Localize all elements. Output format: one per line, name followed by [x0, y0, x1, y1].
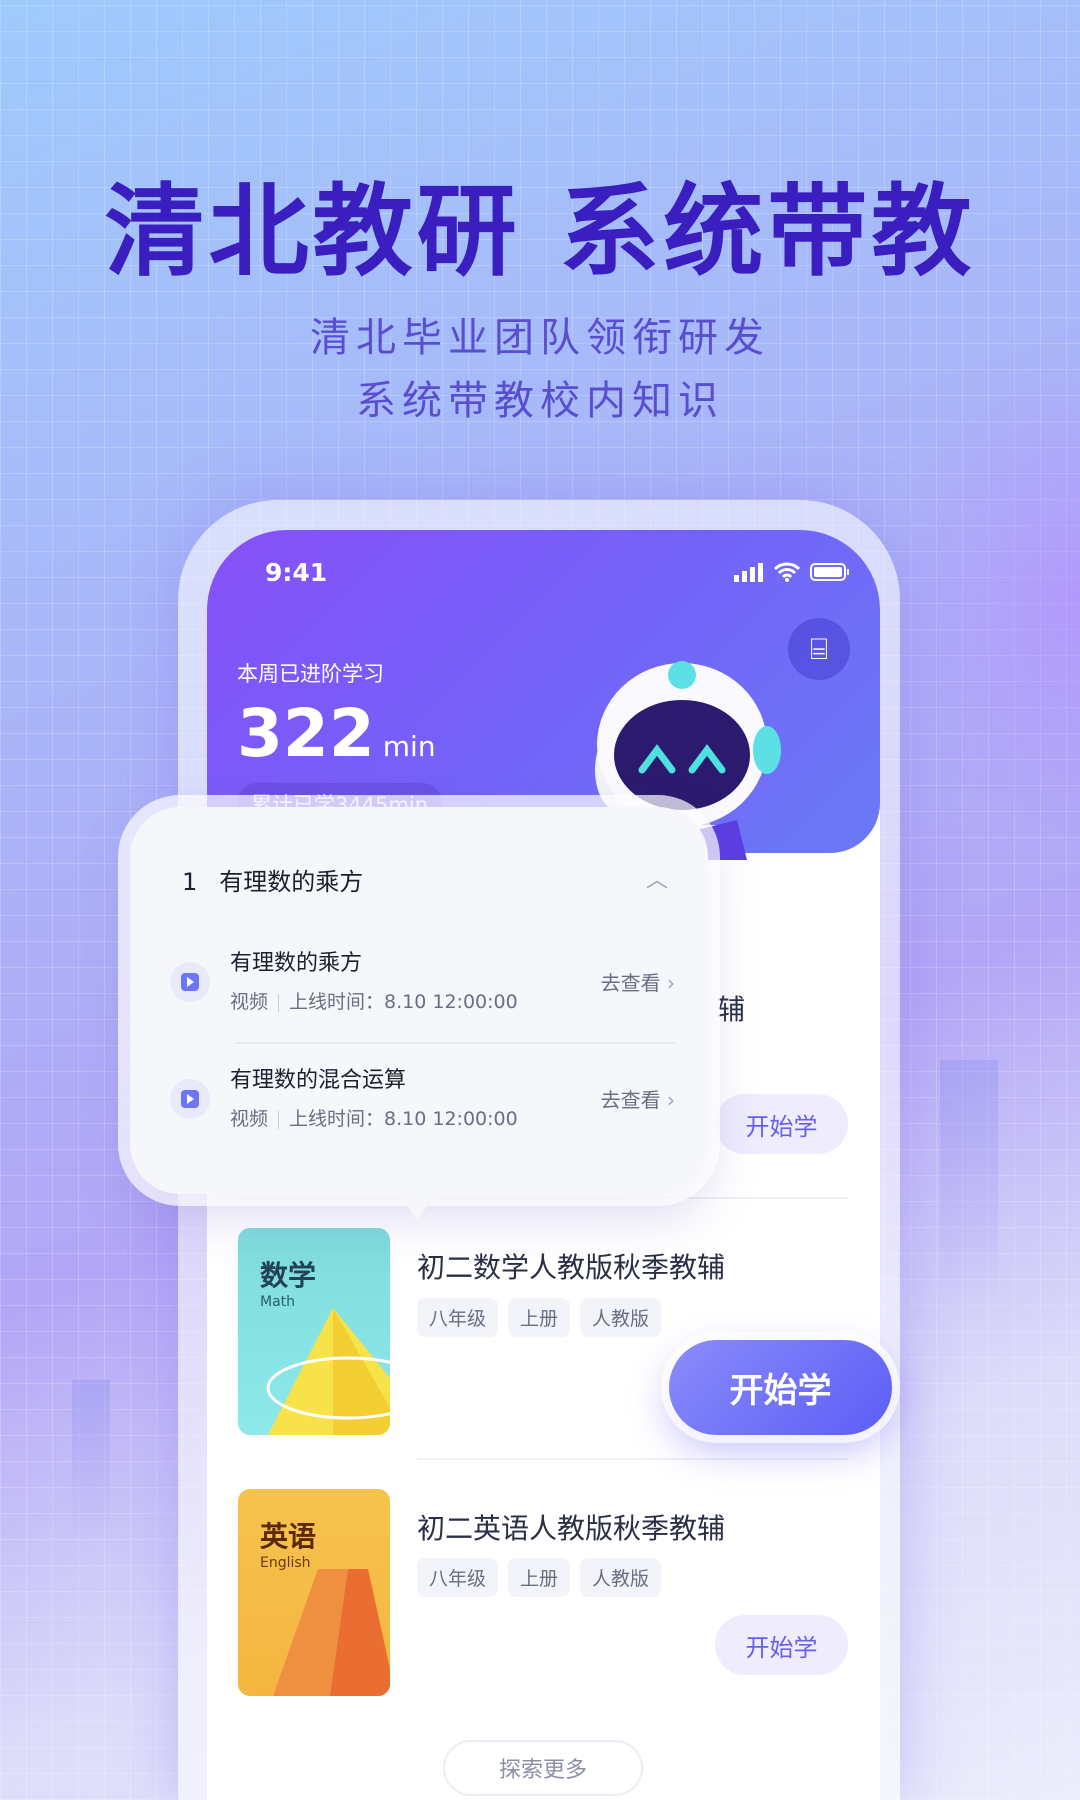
- course-tags: 八年级 上册 人教版: [417, 1298, 671, 1337]
- tag-edition: 人教版: [580, 1298, 662, 1337]
- status-icons: [734, 562, 850, 582]
- week-study-label: 本周已进阶学习: [237, 662, 384, 686]
- signal-icon: [734, 563, 763, 582]
- view-link[interactable]: 去查看 ›: [601, 1084, 675, 1113]
- start-learning-button[interactable]: 开始学: [715, 1094, 848, 1154]
- hero-title: 清北教研 系统带教: [104, 173, 976, 290]
- tag-grade: 八年级: [417, 1298, 499, 1337]
- video-play-icon: [170, 962, 210, 1002]
- battery-icon: [810, 563, 849, 581]
- divider: [235, 1042, 675, 1044]
- status-time: 9:41: [265, 558, 328, 587]
- tag-volume: 上册: [508, 1558, 571, 1597]
- lesson-online-time: 上线时间：8.10 12:00:00: [289, 991, 518, 1013]
- lesson-title: 有理数的混合运算: [230, 1068, 407, 1093]
- lesson-online-time: 上线时间：8.10 12:00:00: [289, 1108, 518, 1130]
- tag-edition: 人教版: [580, 1558, 662, 1597]
- divider: [238, 1197, 848, 1199]
- wifi-icon: [774, 562, 800, 582]
- lesson-meta: 视频 上线时间：8.10 12:00:00: [230, 1104, 518, 1131]
- course-title: 初二数学人教版秋季教辅: [417, 1251, 726, 1284]
- view-link-label: 去查看: [600, 1088, 661, 1112]
- chapter-title: 有理数的乘方: [219, 868, 364, 896]
- lesson-type: 视频: [230, 1108, 269, 1130]
- view-link[interactable]: 去查看 ›: [601, 967, 675, 996]
- chevron-right-icon: ›: [667, 971, 675, 995]
- lesson-title: 有理数的乘方: [230, 951, 363, 976]
- lesson-item[interactable]: 有理数的乘方 视频 上线时间：8.10 12:00:00 去查看 ›: [170, 937, 675, 1027]
- tag-grade: 八年级: [417, 1558, 499, 1597]
- start-learning-button[interactable]: 开始学: [715, 1615, 848, 1675]
- english-cover-subject: 英语: [260, 1520, 317, 1553]
- chevron-right-icon: ›: [667, 1088, 675, 1112]
- explore-more-button[interactable]: 探索更多: [443, 1740, 643, 1796]
- chapter-popup: 1 有理数的乘方 ︿ 有理数的乘方 视频 上线时间：8.10 12:00:00 去查…: [130, 807, 708, 1194]
- lesson-meta: 视频 上线时间：8.10 12:00:00: [230, 987, 518, 1014]
- math-cover-en: Math: [260, 1294, 296, 1310]
- week-minutes-unit: min: [382, 730, 436, 763]
- tag-volume: 上册: [508, 1298, 571, 1337]
- view-link-label: 去查看: [600, 971, 661, 995]
- chapter-header[interactable]: 1 有理数的乘方: [182, 862, 363, 897]
- lesson-item[interactable]: 有理数的混合运算 视频 上线时间：8.10 12:00:00 去查看 ›: [170, 1054, 675, 1144]
- week-minutes: 322 min: [237, 695, 436, 772]
- scan-icon: ⌸: [810, 631, 828, 667]
- week-minutes-value: 322: [237, 695, 375, 772]
- english-cover-en: English: [260, 1555, 311, 1571]
- hero-subtitle-2: 系统带教校内知识: [356, 378, 724, 424]
- study-header: 9:41 ⌸ 本周已进阶学习 322 min 累计已学3445min: [207, 530, 880, 860]
- lesson-type: 视频: [230, 991, 269, 1013]
- course-title: 初二英语人教版秋季教辅: [417, 1512, 726, 1545]
- video-play-icon: [170, 1079, 210, 1119]
- math-cover-subject: 数学: [260, 1259, 317, 1292]
- hero-subtitle-1: 清北毕业团队领衔研发: [310, 315, 770, 361]
- chapter-number: 1: [182, 868, 198, 896]
- decor-pillar: [72, 1380, 110, 1540]
- start-learning-button-primary[interactable]: 开始学: [669, 1340, 892, 1435]
- popup-tail: [395, 1190, 439, 1220]
- decor-pillar: [940, 1060, 998, 1310]
- divider: [417, 1458, 848, 1460]
- chevron-up-icon[interactable]: ︿: [646, 862, 668, 894]
- english-book-cover: 英语 English: [238, 1489, 390, 1696]
- math-book-cover: 数学 Math: [238, 1228, 390, 1435]
- course-tags: 八年级 上册 人教版: [417, 1558, 671, 1597]
- course-title-partial: 辅: [717, 993, 746, 1026]
